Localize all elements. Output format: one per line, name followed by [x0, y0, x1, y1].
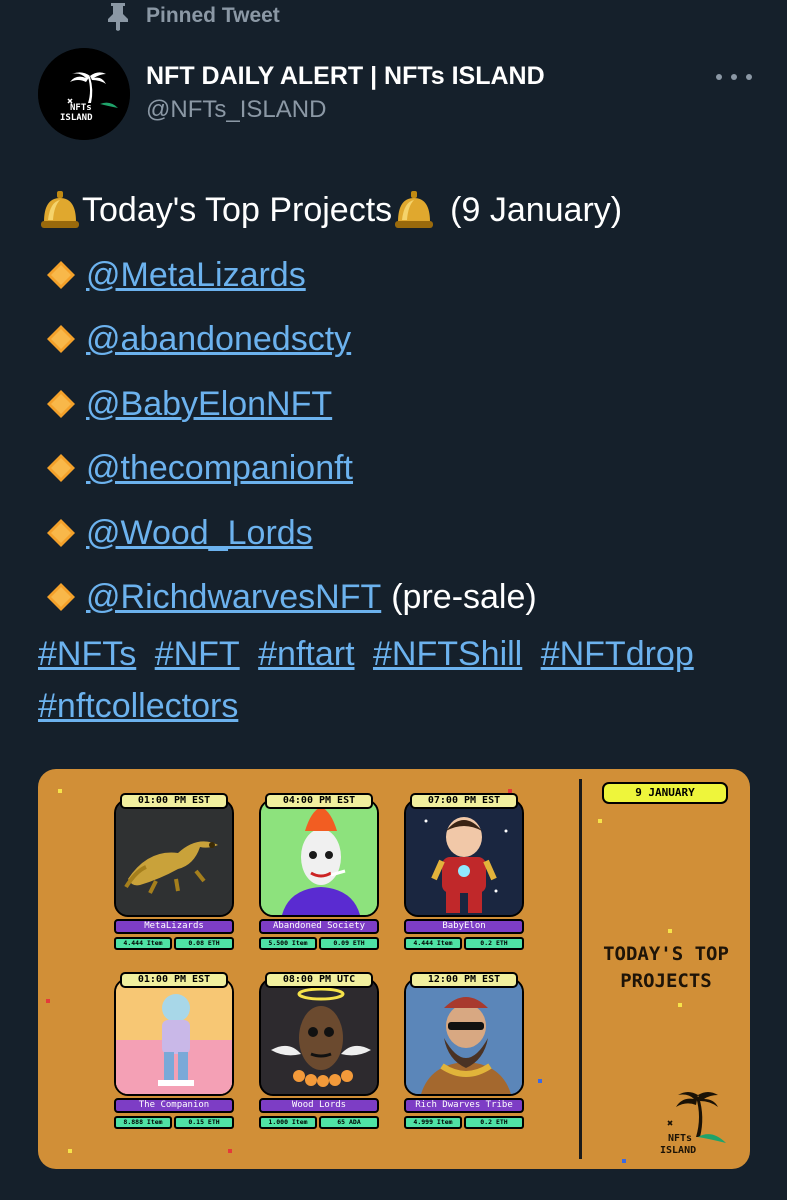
project-time: 07:00 PM EST [410, 793, 518, 809]
media-title-line1: TODAY'S TOP [603, 943, 729, 965]
mention-link[interactable]: @thecompanionft [86, 436, 353, 501]
headline-date: (9 January) [450, 191, 623, 229]
project-name: Rich Dwarves Tribe [404, 1098, 524, 1113]
hashtag-link[interactable]: #NFTs [38, 635, 136, 673]
more-dot [746, 74, 752, 80]
confetti-dot [58, 789, 62, 793]
project-price: 65 ADA [319, 1116, 379, 1129]
author-name[interactable]: NFT DAILY ALERT | NFTs ISLAND [146, 62, 545, 91]
tweet-text: Today's Top Projects (9 January) @MetaLi… [38, 178, 778, 630]
hashtag-link[interactable]: #NFT [155, 635, 240, 673]
mention-link[interactable]: @Wood_Lords [86, 501, 313, 566]
bell-icon [41, 191, 79, 229]
pin-icon [100, 0, 136, 32]
mention-link[interactable]: @abandonedscty [86, 307, 351, 372]
avatar-text-bottom: ISLAND [60, 113, 93, 123]
media-divider [579, 779, 582, 1159]
orange-diamond-icon [47, 325, 75, 354]
project-price: 0.15 ETH [174, 1116, 234, 1129]
project-price: 0.2 ETH [464, 1116, 524, 1129]
nft-artwork [114, 978, 234, 1096]
mention-line: @thecompanionft [38, 436, 778, 501]
project-time: 12:00 PM EST [410, 972, 518, 988]
mention-line: @abandonedscty [38, 307, 778, 372]
project-name: Wood Lords [259, 1098, 379, 1113]
project-time: 08:00 PM UTC [265, 972, 373, 988]
hashtag-link[interactable]: #NFTShill [373, 635, 522, 673]
nft-artwork [259, 978, 379, 1096]
project-time: 04:00 PM EST [265, 793, 373, 809]
hashtag-link[interactable]: #nftcollectors [38, 687, 238, 725]
orange-diamond-icon [47, 389, 75, 418]
project-name: The Companion [114, 1098, 234, 1113]
project-price: 0.09 ETH [319, 937, 379, 950]
more-options-icon[interactable] [716, 64, 752, 90]
mention-link[interactable]: @BabyElonNFT [86, 372, 332, 437]
logo-text-top: NFTs [668, 1133, 692, 1144]
project-price: 0.2 ETH [464, 937, 524, 950]
confetti-dot [538, 1079, 542, 1083]
nft-artwork [259, 799, 379, 917]
project-name: Abandoned Society [259, 919, 379, 934]
project-items: 8.888 Item [114, 1116, 172, 1129]
project-name: MetaLizards [114, 919, 234, 934]
confetti-dot [228, 1149, 232, 1153]
logo-text-bottom: ISLAND [660, 1145, 696, 1156]
confetti-dot [668, 929, 672, 933]
mention-link[interactable]: @RichdwarvesNFT [86, 565, 381, 630]
project-time: 01:00 PM EST [120, 972, 228, 988]
mention-line: @MetaLizards [38, 243, 778, 308]
mention-line: @Wood_Lords [38, 501, 778, 566]
orange-diamond-icon [47, 583, 75, 612]
project-items: 1.000 Item [259, 1116, 317, 1129]
hashtag-link[interactable]: #nftart [258, 635, 354, 673]
nft-artwork [114, 799, 234, 917]
nft-artwork [404, 799, 524, 917]
orange-diamond-icon [47, 260, 75, 289]
project-items: 4.444 Item [114, 937, 172, 950]
project-name: BabyElon [404, 919, 524, 934]
headline-line: Today's Top Projects (9 January) [38, 178, 778, 243]
confetti-dot [598, 819, 602, 823]
confetti-dot [622, 1159, 626, 1163]
tweet-media-image[interactable]: 01:00 PM EST MetaLizards 4.444 Item 0.08 ET… [38, 769, 750, 1169]
project-items: 4.999 Item [404, 1116, 462, 1129]
media-date-badge: 9 JANUARY [602, 782, 728, 804]
hashtag-link[interactable]: #NFTdrop [541, 635, 694, 673]
mention-line: @RichdwarvesNFT (pre-sale) [38, 565, 778, 630]
orange-diamond-icon [47, 518, 75, 547]
project-items: 5.500 Item [259, 937, 317, 950]
mention-link[interactable]: @MetaLizards [86, 243, 306, 308]
media-title: TODAY'S TOP PROJECTS [586, 941, 746, 995]
confetti-dot [46, 999, 50, 1003]
bell-icon [395, 191, 434, 229]
mention-line: @BabyElonNFT [38, 372, 778, 437]
hashtag-list: #NFTs #NFT #nftart #NFTShill #NFTdrop #n… [38, 628, 778, 732]
mention-note: (pre-sale) [391, 578, 537, 616]
confetti-dot [68, 1149, 72, 1153]
pinned-label: Pinned Tweet [146, 4, 280, 27]
nft-artwork [404, 978, 524, 1096]
confetti-dot [678, 1003, 682, 1007]
more-dot [731, 74, 737, 80]
media-title-line2: PROJECTS [620, 970, 712, 992]
mention-list: @MetaLizards @abandonedscty @BabyElonNFT @t… [38, 243, 778, 630]
avatar[interactable]: NFTs ISLAND [38, 48, 130, 140]
headline-text: Today's Top Projects [82, 191, 393, 229]
project-time: 01:00 PM EST [120, 793, 228, 809]
pinned-tweet-header: Pinned Tweet [100, 0, 280, 32]
orange-diamond-icon [47, 454, 75, 483]
project-items: 4.444 Item [404, 937, 462, 950]
author-handle[interactable]: @NFTs_ISLAND [146, 96, 326, 124]
avatar-text-top: NFTs [70, 103, 92, 113]
more-dot [716, 74, 722, 80]
nfts-island-logo: NFTs ISLAND [660, 1092, 726, 1156]
project-price: 0.08 ETH [174, 937, 234, 950]
